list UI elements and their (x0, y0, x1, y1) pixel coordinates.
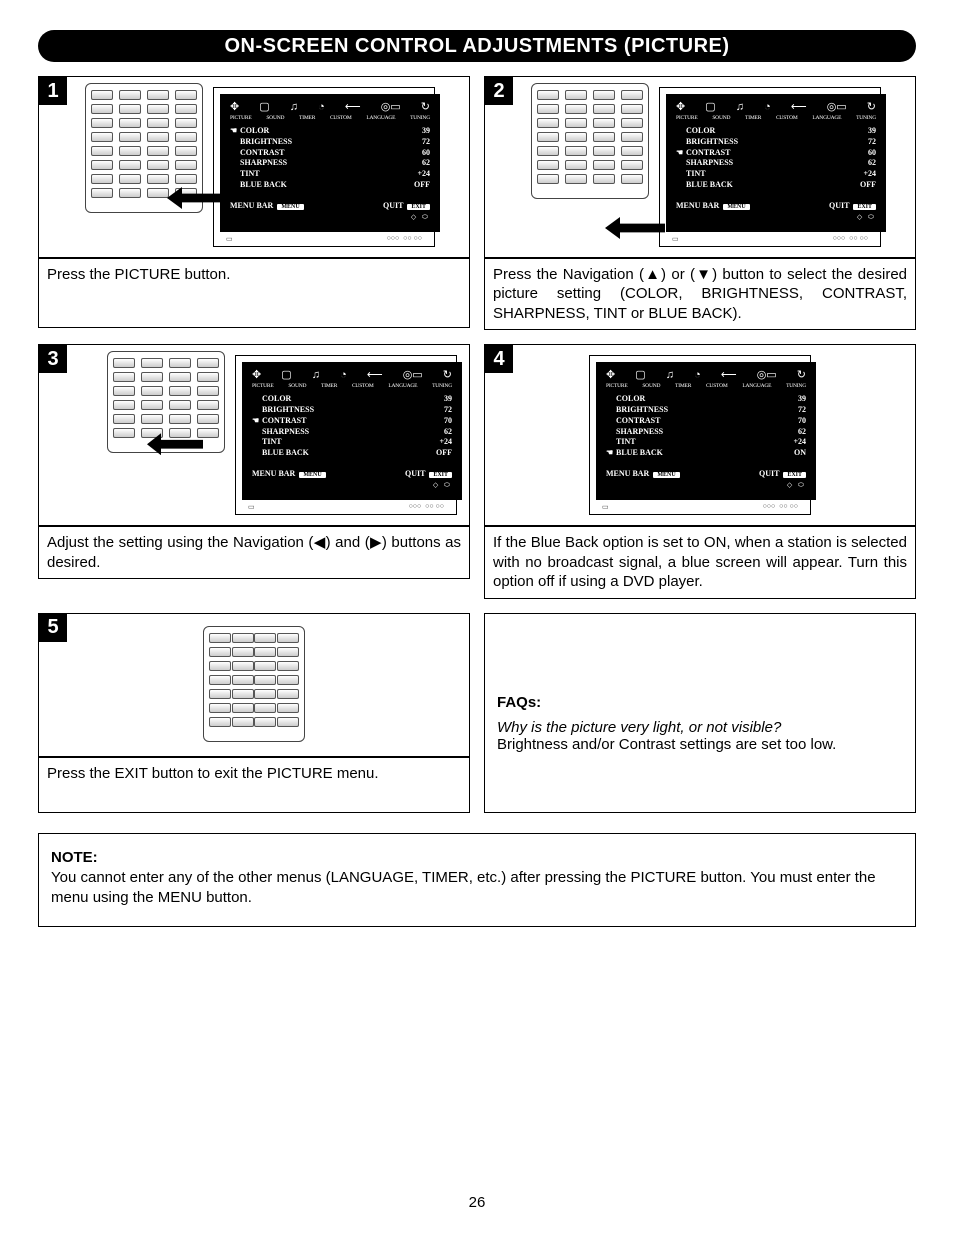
step-1-number: 1 (39, 77, 67, 105)
step-5-panel: 5 (38, 613, 470, 757)
note-box: NOTE: You cannot enter any of the other … (38, 833, 916, 928)
step-4-number: 4 (485, 345, 513, 373)
step-2-panel: 2 ✥▢♫◔⟵◎▭↻PICTURESOUNDTIMERCUSTOMLANGUAG… (484, 76, 916, 258)
faq-question: Why is the picture very light, or not vi… (497, 719, 903, 736)
osd-screen-3: ✥▢♫◔⟵◎▭↻PICTURESOUNDTIMERCUSTOMLANGUAGET… (242, 362, 462, 500)
step-4-caption: If the Blue Back option is set to ON, wh… (484, 526, 916, 599)
tv-bezel: ✥▢♫◔⟵◎▭↻PICTURESOUNDTIMERCUSTOMLANGUAGET… (659, 87, 881, 247)
remote-illustration (107, 351, 225, 453)
step-2-number: 2 (485, 77, 513, 105)
faq-panel: FAQs: Why is the picture very light, or … (484, 613, 916, 813)
page-number: 26 (0, 1194, 954, 1211)
step-5-caption: Press the EXIT button to exit the PICTUR… (38, 757, 470, 813)
step-2-caption: Press the Navigation (▲) or (▼) button t… (484, 258, 916, 331)
faq-answer: Brightness and/or Contrast settings are … (497, 736, 903, 753)
step-1-caption: Press the PICTURE button. (38, 258, 470, 328)
step-4-panel: 4 ✥▢♫◔⟵◎▭↻PICTURESOUNDTIMERCUSTOMLANGUAG… (484, 344, 916, 526)
faq-heading: FAQs: (497, 694, 903, 711)
remote-illustration (85, 83, 203, 213)
page-header: ON-SCREEN CONTROL ADJUSTMENTS (PICTURE) (38, 30, 916, 62)
osd-screen-4: ✥▢♫◔⟵◎▭↻PICTURESOUNDTIMERCUSTOMLANGUAGET… (596, 362, 816, 500)
note-heading: NOTE: (51, 848, 903, 868)
tv-bezel: ✥▢♫◔⟵◎▭↻PICTURESOUNDTIMERCUSTOMLANGUAGET… (213, 87, 435, 247)
osd-screen-2: ✥▢♫◔⟵◎▭↻PICTURESOUNDTIMERCUSTOMLANGUAGET… (666, 94, 886, 232)
steps-grid: 1 ✥▢♫◔⟵◎▭↻PICTURESOUNDTIMERCUSTOMLANGUAG… (38, 76, 916, 813)
remote-illustration (203, 626, 305, 742)
step-3-caption: Adjust the setting using the Navigation … (38, 526, 470, 579)
remote-illustration (531, 83, 649, 199)
tv-bezel: ✥▢♫◔⟵◎▭↻PICTURESOUNDTIMERCUSTOMLANGUAGET… (235, 355, 457, 515)
tv-bezel: ✥▢♫◔⟵◎▭↻PICTURESOUNDTIMERCUSTOMLANGUAGET… (589, 355, 811, 515)
osd-screen-1: ✥▢♫◔⟵◎▭↻PICTURESOUNDTIMERCUSTOMLANGUAGET… (220, 94, 440, 232)
step-3-panel: 3 ✥▢♫◔⟵◎▭↻PICTURESOUNDTIMERCUSTOMLANGUAG… (38, 344, 470, 526)
step-1-panel: 1 ✥▢♫◔⟵◎▭↻PICTURESOUNDTIMERCUSTOMLANGUAG… (38, 76, 470, 258)
step-3-number: 3 (39, 345, 67, 373)
step-5-number: 5 (39, 614, 67, 642)
note-body: You cannot enter any of the other menus … (51, 868, 903, 909)
